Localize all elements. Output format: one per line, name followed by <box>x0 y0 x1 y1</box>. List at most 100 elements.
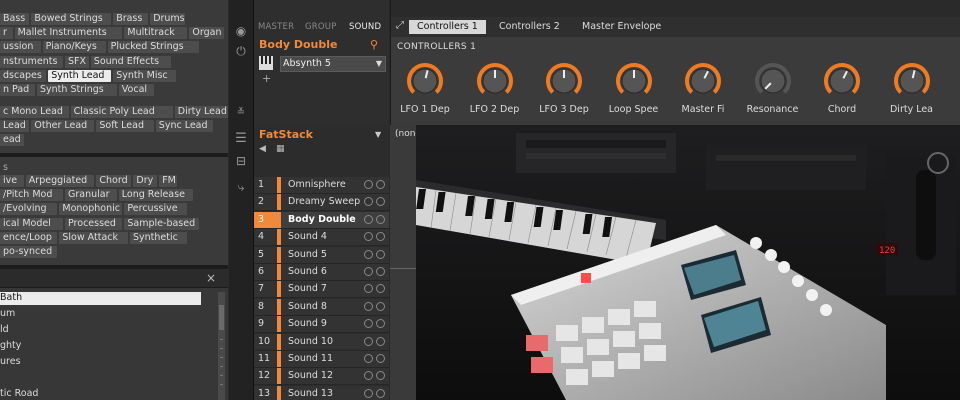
tag-sample-based[interactable]: Sample-based <box>124 217 199 230</box>
solo-icon[interactable] <box>376 354 385 363</box>
sound-slot[interactable]: 6 Sound 6 <box>254 264 389 281</box>
tag-c-mono-lead[interactable]: c Mono Lead <box>0 106 69 118</box>
preset-item[interactable]: Bath <box>0 290 22 305</box>
tag-ussion[interactable]: ussion <box>0 41 41 54</box>
mute-icon[interactable] <box>364 284 373 294</box>
chevron-down-icon[interactable]: ▼ <box>375 130 381 139</box>
knob-2[interactable] <box>476 62 514 100</box>
sound-slot[interactable]: 10 Sound 10 <box>254 333 389 351</box>
tag-plucked-strings[interactable]: Plucked Strings <box>107 41 199 54</box>
tag-fm[interactable]: FM <box>159 175 178 187</box>
tag-sfx[interactable]: SFX <box>65 55 89 68</box>
knob-5[interactable] <box>684 62 722 100</box>
tag-vocal[interactable]: Vocal <box>118 84 154 96</box>
sound-slot[interactable]: 4 Sound 4 <box>254 229 389 247</box>
preset-item[interactable]: ures <box>0 354 21 369</box>
tag-mallet-instruments[interactable]: Mallet Instruments <box>14 27 123 40</box>
knob-7[interactable] <box>823 62 861 100</box>
tag-long-release[interactable]: Long Release <box>118 189 193 202</box>
search-icon[interactable]: ⚲ <box>370 38 378 51</box>
sound-slot[interactable]: 13 Sound 13 <box>254 385 389 400</box>
mute-icon[interactable] <box>364 371 373 381</box>
tag-sync-lead[interactable]: Sync Lead <box>155 120 214 133</box>
mute-icon[interactable] <box>364 301 373 311</box>
solo-icon[interactable] <box>376 301 385 311</box>
tag-po-synced[interactable]: po-synced <box>0 246 58 258</box>
knob-8[interactable] <box>893 62 931 100</box>
expand-icon[interactable]: ⤢ <box>396 20 404 31</box>
tag-bass[interactable]: Bass <box>0 13 30 25</box>
sound-slot[interactable]: 5 Sound 5 <box>254 246 389 264</box>
solo-icon[interactable] <box>376 214 385 224</box>
tag-ence-loop[interactable]: ence/Loop <box>0 231 58 244</box>
tag-sound-effects[interactable]: Sound Effects <box>90 55 171 68</box>
knob-4[interactable] <box>615 62 653 100</box>
tag-slow-attack[interactable]: Slow Attack <box>59 231 128 244</box>
mute-icon[interactable] <box>364 249 373 259</box>
sound-slot[interactable]: 8 Sound 8 <box>254 298 389 316</box>
tag-brass[interactable]: Brass <box>113 13 149 25</box>
tag-percussive[interactable]: Percussive <box>124 203 188 216</box>
tag-chord[interactable]: Chord <box>96 175 132 187</box>
tag-ical-model[interactable]: ical Model <box>0 217 63 230</box>
tag-ead[interactable]: ead <box>0 134 24 147</box>
mute-icon[interactable] <box>364 214 373 224</box>
tag-lead[interactable]: Lead <box>0 120 30 133</box>
solo-icon[interactable] <box>376 197 385 207</box>
tag-r[interactable]: r <box>0 27 13 40</box>
tag-piano-keys[interactable]: Piano/Keys <box>42 41 106 54</box>
group-name[interactable]: FatStack <box>259 128 313 141</box>
sound-slot[interactable]: 1 Omnisphere <box>254 177 389 194</box>
tag-other-lead[interactable]: Other Lead <box>31 120 95 133</box>
tag-dry[interactable]: Dry <box>133 175 158 187</box>
sound-slot[interactable]: 3 Body Double <box>254 211 389 229</box>
solo-icon[interactable] <box>376 371 385 381</box>
mute-icon[interactable] <box>364 180 373 189</box>
tag-soft-lead[interactable]: Soft Lead <box>96 120 154 133</box>
mute-icon[interactable] <box>364 267 373 276</box>
tag-synth-misc[interactable]: Synth Misc <box>113 69 177 82</box>
sound-slot[interactable]: 9 Sound 9 <box>254 316 389 334</box>
grid-icon[interactable]: ▦ <box>276 144 285 154</box>
tag-synth-lead[interactable]: Synth Lead <box>48 69 112 82</box>
sound-slot[interactable]: 12 Sound 12 <box>254 368 389 386</box>
solo-icon[interactable] <box>376 319 385 329</box>
knob-3[interactable] <box>545 62 583 100</box>
tag-ive[interactable]: ive <box>0 175 24 187</box>
sound-slot[interactable]: 2 Dreamy Sweep <box>254 194 389 212</box>
tag-synth-strings[interactable]: Synth Strings <box>37 84 117 96</box>
add-plugin-button[interactable]: + <box>262 72 271 85</box>
routing-icon[interactable]: ⤷ <box>234 180 248 194</box>
speaker-icon[interactable]: ◀ <box>259 144 266 154</box>
tab-controllers-2[interactable]: Controllers 2 <box>491 20 568 34</box>
tab-group[interactable]: GROUP <box>305 22 337 32</box>
knob-6[interactable] <box>754 62 792 100</box>
mute-icon[interactable] <box>364 197 373 207</box>
solo-icon[interactable] <box>376 284 385 294</box>
preset-item[interactable]: ghty <box>0 338 21 353</box>
preset-item[interactable]: ld <box>0 322 9 337</box>
tab-controllers-1[interactable]: Controllers 1 <box>409 20 486 34</box>
preset-item[interactable]: tic Road <box>0 386 38 400</box>
sound-name[interactable]: Body Double <box>259 38 337 51</box>
tag-dirty-lead[interactable]: Dirty Lead <box>174 106 228 118</box>
mute-icon[interactable] <box>364 388 373 398</box>
tab-master-envelope[interactable]: Master Envelope <box>574 20 669 34</box>
tag-multitrack[interactable]: Multitrack <box>124 27 188 40</box>
chevron-down-icon[interactable]: ≚ <box>234 106 248 120</box>
solo-icon[interactable] <box>376 180 385 189</box>
solo-icon[interactable] <box>376 388 385 398</box>
pattern-label[interactable]: (none <box>395 129 416 139</box>
tag-synthetic[interactable]: Synthetic <box>130 231 188 244</box>
tag-processed[interactable]: Processed <box>65 217 123 230</box>
tag-drums[interactable]: Drums <box>150 13 186 25</box>
solo-icon[interactable] <box>376 232 385 242</box>
solo-icon[interactable] <box>376 249 385 259</box>
tab-master[interactable]: MASTER <box>258 22 294 32</box>
search-bar[interactable]: × <box>0 269 228 288</box>
mute-icon[interactable] <box>364 319 373 329</box>
scrollbar-thumb[interactable] <box>219 305 224 330</box>
plugin-select[interactable]: Absynth 5 ▼ <box>280 56 386 72</box>
tag-arpeggiated[interactable]: Arpeggiated <box>25 175 95 187</box>
tag-dscapes[interactable]: dscapes <box>0 69 47 82</box>
